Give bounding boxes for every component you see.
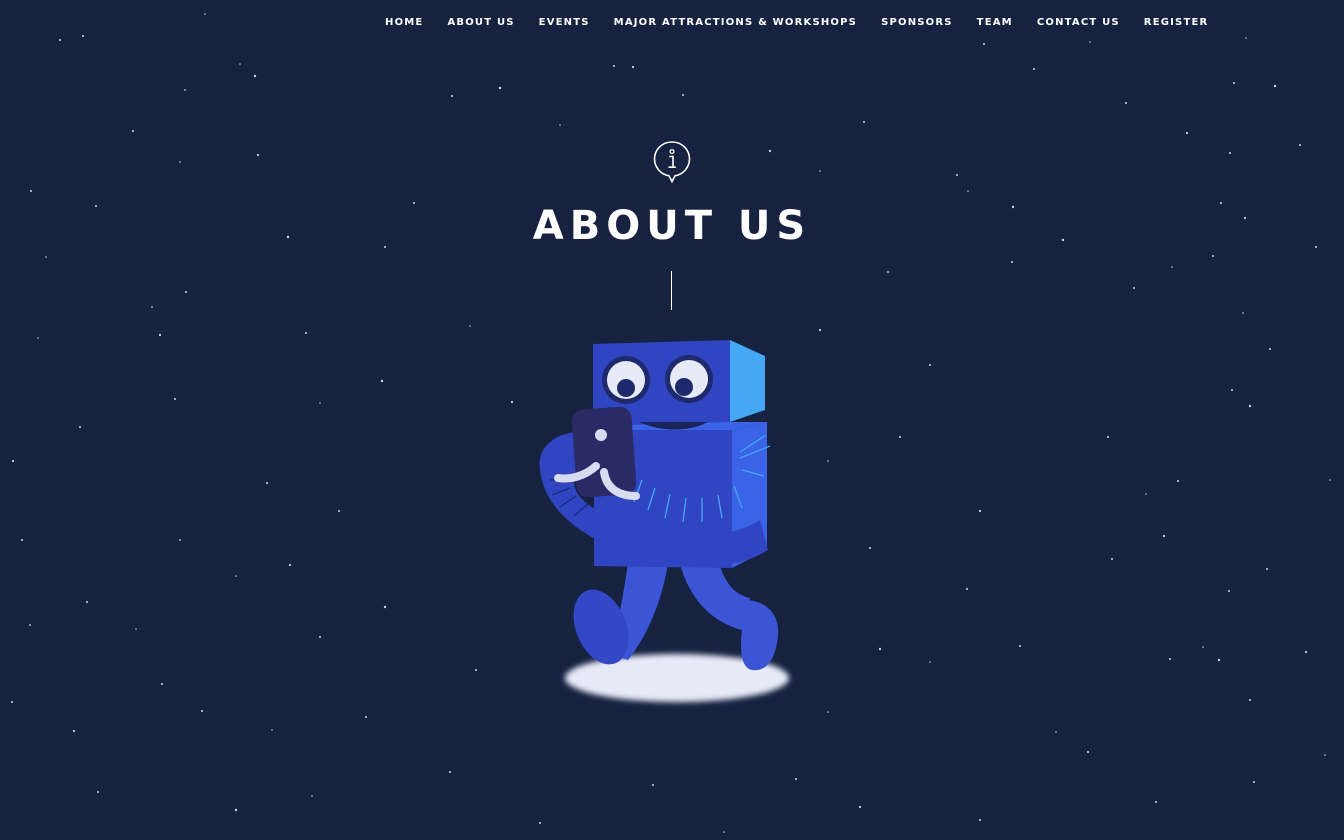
title-divider: [671, 271, 672, 310]
nav-item-about-us[interactable]: ABOUT US: [435, 16, 526, 30]
page-title: ABOUT US: [532, 203, 812, 249]
nav-item-events[interactable]: EVENTS: [527, 16, 602, 30]
nav-item-sponsors[interactable]: SPONSORS: [869, 16, 965, 30]
main-nav: HOME ABOUT US EVENTS MAJOR ATTRACTIONS &…: [373, 16, 1220, 30]
nav-item-home[interactable]: HOME: [373, 16, 435, 30]
nav-item-major-attractions-workshops[interactable]: MAJOR ATTRACTIONS & WORKSHOPS: [602, 16, 869, 30]
page: HOME ABOUT US EVENTS MAJOR ATTRACTIONS &…: [0, 0, 1344, 840]
nav-item-team[interactable]: TEAM: [965, 16, 1025, 30]
nav-item-register[interactable]: REGISTER: [1132, 16, 1221, 30]
info-pin-icon: [653, 141, 691, 184]
nav-item-contact-us[interactable]: CONTACT US: [1025, 16, 1132, 30]
robot-mascot-illustration: [539, 340, 789, 702]
